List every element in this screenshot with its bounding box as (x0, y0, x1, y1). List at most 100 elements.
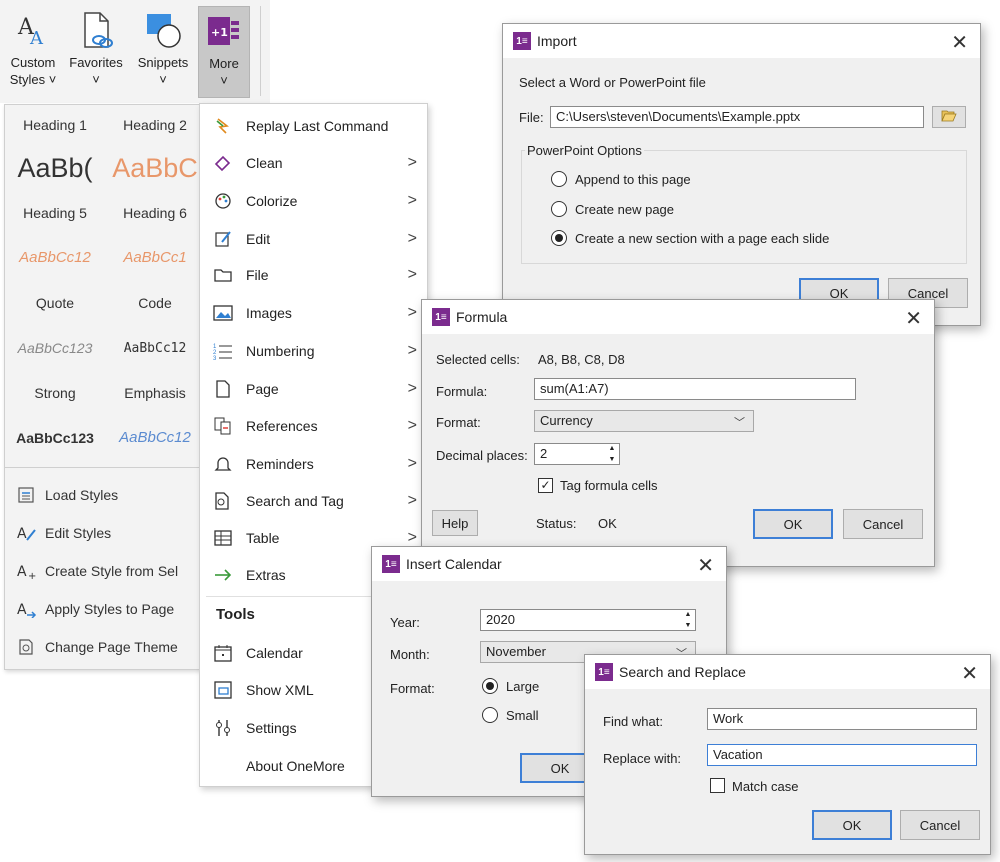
svg-text:+: + (28, 571, 36, 580)
dialog-title: Insert Calendar (406, 556, 502, 572)
new-page-radio[interactable] (551, 201, 567, 217)
browse-button[interactable] (932, 106, 966, 128)
close-icon[interactable]: ✕ (905, 306, 922, 331)
menu-item-label: Edit (246, 231, 271, 247)
edit-styles-label: Edit Styles (45, 525, 112, 541)
tag-formula-checkbox[interactable]: ✓ (538, 478, 553, 493)
menu-item-label: About OneMore (246, 758, 345, 774)
menu-item-edit[interactable]: Edit > (200, 224, 427, 254)
style-strong[interactable]: Strong (5, 385, 105, 401)
style-preview-strong[interactable]: AaBbCc123 (5, 430, 105, 446)
large-radio[interactable] (482, 678, 498, 694)
style-emphasis[interactable]: Emphasis (105, 385, 205, 401)
edit-styles-command[interactable]: A Edit Styles (17, 521, 111, 545)
numbering-icon: 123 (200, 342, 246, 360)
format-select[interactable]: Currency ﹀ (534, 410, 754, 432)
style-preview-emphasis[interactable]: AaBbCc12 (105, 429, 205, 446)
menu-item-numbering[interactable]: 123 Numbering > (200, 336, 427, 366)
style-preview-italic-2[interactable]: AaBbCc1 (105, 249, 205, 266)
menu-item-clean[interactable]: Clean > (200, 148, 427, 178)
snippets-button[interactable]: Snippets ˅ (130, 6, 196, 98)
style-heading-6[interactable]: Heading 6 (105, 205, 205, 221)
format-label: Format: (390, 681, 435, 696)
edit-styles-icon: A (17, 524, 45, 542)
menu-item-replay[interactable]: Replay Last Command (200, 111, 427, 141)
settings-icon (200, 719, 246, 737)
style-heading-2[interactable]: Heading 2 (105, 117, 205, 133)
month-value: November (486, 644, 546, 659)
cancel-button[interactable]: Cancel (900, 810, 980, 840)
chevron-right-icon: > (407, 154, 417, 171)
menu-item-file[interactable]: File > (200, 260, 427, 290)
custom-styles-label-2: Styles ˅ (9, 72, 57, 87)
new-section-radio[interactable] (551, 230, 567, 246)
custom-styles-label-1: Custom (10, 55, 56, 70)
spin-up-icon[interactable]: ▲ (682, 610, 694, 619)
apply-styles-command[interactable]: A Apply Styles to Page (17, 597, 174, 621)
spin-up-icon[interactable]: ▲ (606, 444, 618, 453)
status-value: OK (598, 516, 617, 531)
menu-item-label: References (246, 418, 318, 434)
help-button[interactable]: Help (432, 510, 478, 536)
match-case-checkbox[interactable] (710, 778, 725, 793)
style-code[interactable]: Code (105, 295, 205, 311)
apply-styles-icon: A (17, 600, 45, 618)
cancel-button[interactable]: Cancel (843, 509, 923, 539)
create-style-command[interactable]: A + Create Style from Sel (17, 559, 178, 583)
more-button[interactable]: +1 More ˅ (198, 6, 250, 98)
change-page-theme-command[interactable]: Change Page Theme (17, 635, 178, 659)
change-page-theme-label: Change Page Theme (45, 639, 178, 655)
menu-item-images[interactable]: Images > (200, 298, 427, 328)
decimal-spinner[interactable]: ▲ ▼ (606, 444, 618, 464)
style-preview-title[interactable]: AaBb( (5, 153, 105, 184)
style-quote[interactable]: Quote (5, 295, 105, 311)
replace-with-input[interactable]: Vacation (707, 744, 977, 766)
menu-item-label: Settings (246, 720, 297, 736)
chevron-right-icon: > (407, 529, 417, 546)
ok-button[interactable]: OK (812, 810, 892, 840)
style-preview-subtitle[interactable]: AaBbC (105, 153, 205, 184)
menu-item-colorize[interactable]: Colorize > (200, 186, 427, 216)
svg-text:A: A (17, 602, 27, 618)
year-input[interactable]: 2020 (480, 609, 696, 631)
close-icon[interactable]: ✕ (697, 553, 714, 578)
find-what-input[interactable]: Work (707, 708, 977, 730)
menu-item-page[interactable]: Page > (200, 374, 427, 404)
load-styles-command[interactable]: Load Styles (17, 483, 118, 507)
style-heading-5[interactable]: Heading 5 (5, 205, 105, 221)
page-theme-icon (17, 638, 45, 656)
style-preview-code[interactable]: AaBbCc12 (105, 341, 205, 356)
style-heading-1[interactable]: Heading 1 (5, 117, 105, 133)
file-path-field[interactable]: C:\Users\steven\Documents\Example.pptx (550, 106, 924, 128)
small-label: Small (506, 708, 539, 723)
style-preview-quote[interactable]: AaBbCc123 (5, 340, 105, 356)
more-dropdown-label: ˅ (220, 73, 228, 88)
favorites-label: Favorites (69, 55, 123, 70)
new-page-label: Create new page (575, 202, 675, 217)
custom-styles-button[interactable]: AA Custom Styles ˅ (4, 6, 62, 98)
menu-item-references[interactable]: References > (200, 411, 427, 441)
menu-item-reminders[interactable]: Reminders > (200, 449, 427, 479)
close-icon[interactable]: ✕ (951, 30, 968, 55)
search-tag-icon (200, 492, 246, 510)
chevron-right-icon: > (407, 342, 417, 359)
append-radio[interactable] (551, 171, 567, 187)
favorites-button[interactable]: Favorites ˅ (64, 6, 128, 98)
menu-item-label: Show XML (246, 682, 314, 698)
references-icon (200, 417, 246, 435)
close-icon[interactable]: ✕ (961, 661, 978, 686)
more-label: More (209, 56, 239, 71)
style-preview-italic-1[interactable]: AaBbCc12 (5, 249, 105, 266)
ok-button[interactable]: OK (753, 509, 833, 539)
spin-down-icon[interactable]: ▼ (606, 455, 618, 464)
year-spinner[interactable]: ▲ ▼ (682, 610, 694, 630)
import-prompt: Select a Word or PowerPoint file (519, 75, 706, 90)
image-icon (200, 305, 246, 321)
small-radio[interactable] (482, 707, 498, 723)
formula-input[interactable]: sum(A1:A7) (534, 378, 856, 400)
spin-down-icon[interactable]: ▼ (682, 621, 694, 630)
edit-icon (200, 230, 246, 248)
arrow-right-icon (200, 569, 246, 581)
append-label: Append to this page (575, 172, 691, 187)
menu-item-search-and-tag[interactable]: Search and Tag > (200, 486, 427, 516)
